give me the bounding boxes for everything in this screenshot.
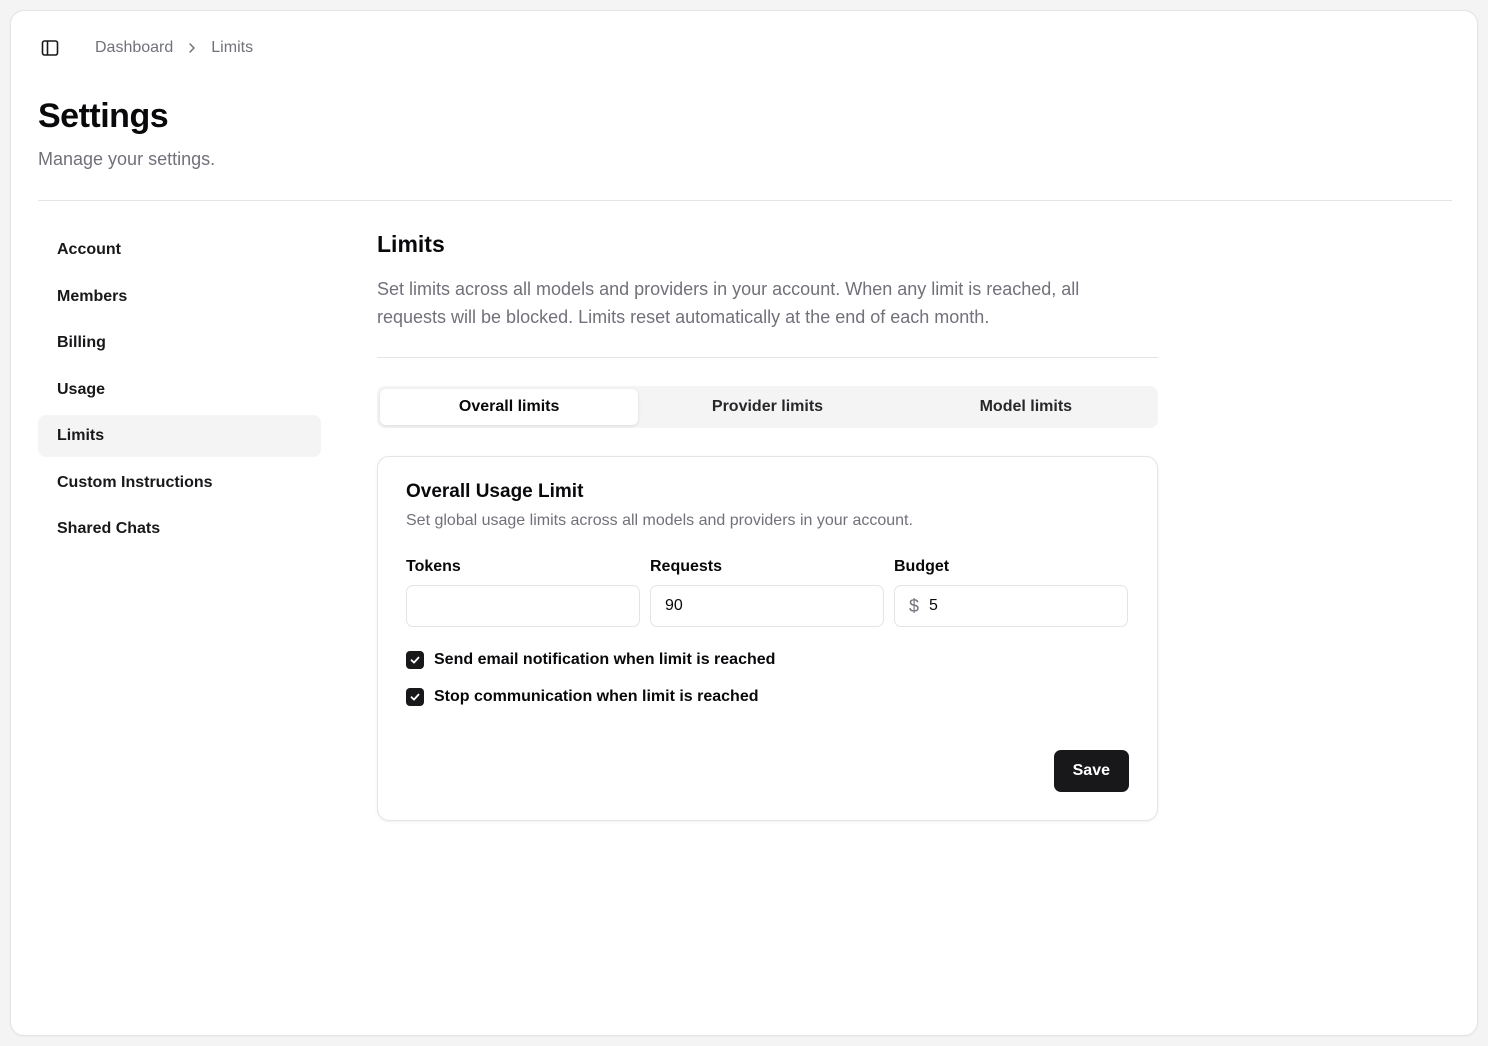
requests-label: Requests (650, 558, 723, 575)
settings-nav: Account Members Billing Usage Limits Cus… (38, 229, 321, 555)
section-description: Set limits across all models and provide… (377, 279, 1080, 327)
email-notification-label: Send email notification when limit is re… (434, 651, 776, 668)
sidebar-item-usage[interactable]: Usage (38, 369, 321, 411)
limits-content: Limits Set limits across all models and … (377, 231, 1158, 821)
tokens-input[interactable] (421, 597, 625, 615)
dollar-prefix: $ (909, 595, 920, 616)
header-divider (38, 200, 1452, 201)
card-title: Overall Usage Limit (406, 481, 584, 502)
limits-tabs: Overall limits Provider limits Model lim… (377, 386, 1158, 428)
budget-field-group: Budget $ (894, 558, 1128, 627)
tab-provider-limits[interactable]: Provider limits (638, 389, 896, 425)
top-bar: Dashboard Limits (39, 37, 253, 59)
card-description: Set global usage limits across all model… (406, 512, 913, 529)
sidebar-toggle-button[interactable] (39, 37, 61, 59)
tab-model-limits[interactable]: Model limits (897, 389, 1155, 425)
breadcrumb-dashboard-link[interactable]: Dashboard (95, 39, 173, 57)
sidebar-item-custom-instructions[interactable]: Custom Instructions (38, 462, 321, 504)
stop-communication-option[interactable]: Stop communication when limit is reached (406, 686, 1129, 708)
email-notification-checkbox[interactable] (406, 651, 424, 669)
budget-input-wrapper: $ (894, 585, 1128, 627)
tab-overall-limits[interactable]: Overall limits (380, 389, 639, 425)
tokens-input-wrapper (406, 585, 640, 627)
tokens-label: Tokens (406, 558, 461, 575)
overall-usage-limit-card: Overall Usage Limit Set global usage lim… (377, 456, 1158, 821)
sidebar-item-account[interactable]: Account (38, 229, 321, 271)
stop-communication-label: Stop communication when limit is reached (434, 688, 759, 705)
breadcrumb-current: Limits (211, 39, 254, 56)
sidebar-item-members[interactable]: Members (38, 276, 321, 318)
breadcrumb: Dashboard Limits (95, 39, 253, 57)
page-title: Settings (38, 97, 169, 135)
sidebar-item-billing[interactable]: Billing (38, 322, 321, 364)
chevron-right-icon (187, 42, 197, 54)
budget-label: Budget (894, 558, 950, 575)
email-notification-option[interactable]: Send email notification when limit is re… (406, 649, 1129, 671)
limit-fields: Tokens Requests Budget $ (406, 558, 1129, 627)
section-title: Limits (377, 231, 445, 257)
requests-input-wrapper (650, 585, 884, 627)
page-subtitle: Manage your settings. (38, 149, 216, 169)
tokens-field-group: Tokens (406, 558, 640, 627)
limit-options: Send email notification when limit is re… (406, 649, 1129, 708)
app-window: Dashboard Limits Settings Manage your se… (10, 10, 1478, 1036)
budget-input[interactable] (929, 597, 1113, 615)
check-icon (410, 693, 420, 701)
panel-left-icon (41, 40, 59, 56)
sidebar-item-shared-chats[interactable]: Shared Chats (38, 508, 321, 550)
stop-communication-checkbox[interactable] (406, 688, 424, 706)
save-button[interactable]: Save (1053, 750, 1129, 792)
requests-field-group: Requests (650, 558, 884, 627)
requests-input[interactable] (665, 597, 869, 615)
section-divider (377, 357, 1158, 358)
check-icon (410, 656, 420, 664)
sidebar-item-limits[interactable]: Limits (38, 415, 321, 457)
